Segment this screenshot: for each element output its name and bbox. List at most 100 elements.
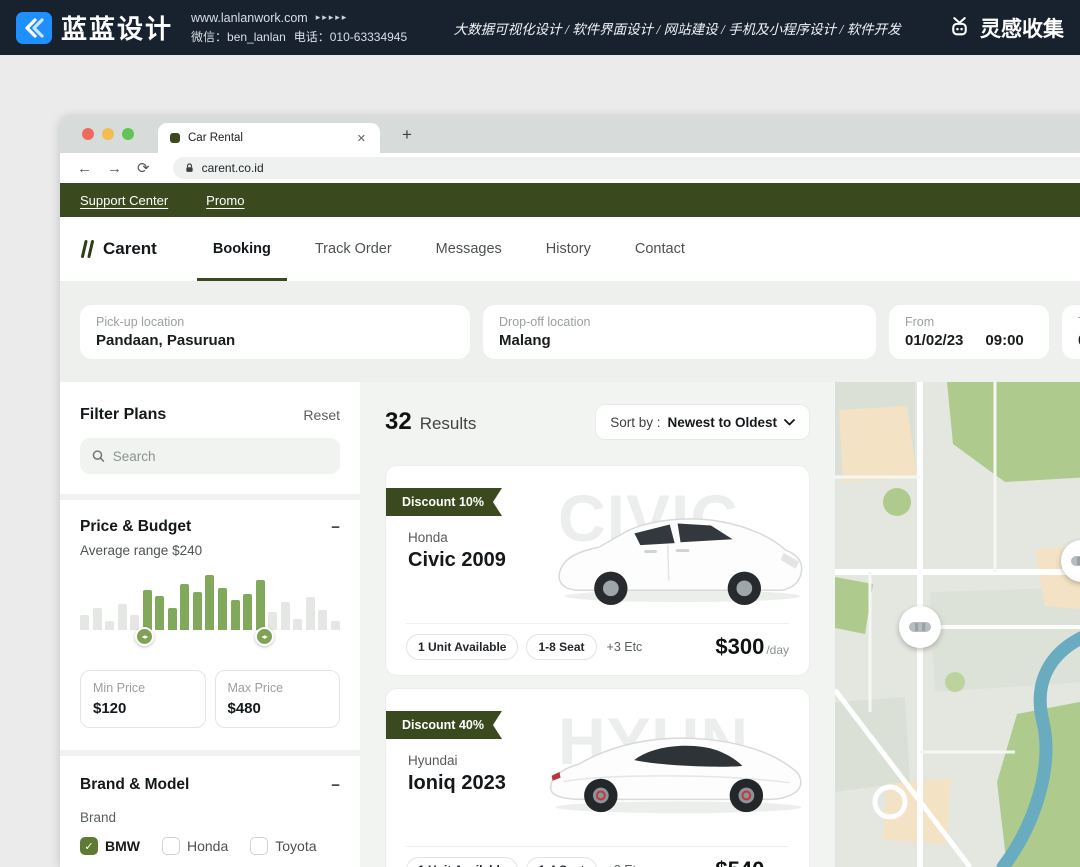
tab-favicon-icon: [170, 133, 180, 143]
banner-arrows-icon: ▸▸▸▸▸: [316, 12, 349, 23]
discount-badge: Discount 40%: [386, 711, 502, 739]
forward-icon[interactable]: →: [107, 161, 122, 176]
browser-tab-strip: Car Rental ✕ +: [60, 115, 1080, 153]
histogram-bar: [93, 608, 102, 630]
etc-label: +3 Etc: [607, 640, 643, 654]
site-nav: Carent Booking Track Order Messages Hist…: [60, 217, 1080, 281]
chevron-down-icon: [784, 419, 795, 426]
units-badge: 1 Unit Available: [406, 634, 518, 660]
car-card-civic[interactable]: CIVIC Discount 10% Honda Civic 2009: [385, 465, 810, 676]
browser-tab[interactable]: Car Rental ✕: [158, 123, 380, 153]
max-price-field[interactable]: Max Price $480: [215, 670, 341, 728]
map-canvas: [835, 382, 1080, 867]
pickup-value: Pandaan, Pasuruan: [96, 332, 454, 349]
min-price-value: $120: [93, 700, 193, 717]
histogram-bar: [155, 596, 164, 630]
double-chevron-left-icon: [21, 16, 47, 40]
checkbox-icon: ✓: [162, 837, 180, 855]
banner-website: www.lanlanwork.com: [191, 11, 308, 25]
car-brand: Hyundai: [408, 753, 458, 768]
from-datetime-field[interactable]: From 01/02/23 09:00: [889, 305, 1049, 359]
results-count-label: Results: [420, 414, 477, 434]
banner-contact-block: www.lanlanwork.com ▸▸▸▸▸ 微信：ben_lanlan 电…: [191, 11, 407, 45]
promo-link[interactable]: Promo: [206, 193, 244, 208]
collapse-price-icon[interactable]: −: [331, 520, 340, 535]
traffic-light-zoom[interactable]: [122, 128, 134, 140]
dropoff-value: Malang: [499, 332, 860, 349]
filter-search-input[interactable]: [113, 449, 328, 464]
banner-collect-label: 灵感收集: [980, 13, 1064, 43]
max-price-label: Max Price: [228, 681, 328, 695]
sort-value: Newest to Oldest: [667, 415, 777, 430]
card-divider: [406, 623, 789, 624]
histogram-bar: [231, 600, 240, 630]
back-icon[interactable]: ←: [77, 161, 92, 176]
browser-window: Car Rental ✕ + ← → ⟳ carent.co.id Suppor…: [60, 115, 1080, 867]
map[interactable]: [835, 382, 1080, 867]
histogram-bar: [256, 580, 265, 630]
price-histogram: [80, 572, 340, 630]
histogram-bar: [130, 615, 139, 630]
dropoff-location-field[interactable]: Drop-off location Malang: [483, 305, 876, 359]
lock-icon: [184, 162, 195, 174]
max-price-value: $480: [228, 700, 328, 717]
car-card-ioniq[interactable]: HYUN Discount 40% Hyundai Ioniq 2023: [385, 688, 810, 867]
max-price-slider-handle[interactable]: ◂▸: [255, 627, 274, 646]
histogram-bar: [105, 621, 114, 630]
filter-search-box[interactable]: [80, 438, 340, 474]
results-count-number: 32: [385, 408, 412, 436]
traffic-light-close[interactable]: [82, 128, 94, 140]
new-tab-button[interactable]: +: [402, 125, 412, 145]
to-datetime-field[interactable]: To 01/02/23: [1062, 305, 1080, 359]
traffic-light-minimize[interactable]: [102, 128, 114, 140]
price: $540 /day: [715, 857, 789, 867]
brand-checkbox-bmw[interactable]: ✓ BMW: [80, 837, 140, 855]
brand-checkbox-toyota[interactable]: ✓ Toyota: [250, 837, 316, 855]
histogram-bar: [168, 608, 177, 630]
collapse-brand-icon[interactable]: −: [331, 778, 340, 793]
url-field[interactable]: carent.co.id: [173, 157, 1080, 179]
pickup-location-field[interactable]: Pick-up location Pandaan, Pasuruan: [80, 305, 470, 359]
histogram-bar: [118, 604, 127, 630]
min-price-slider-handle[interactable]: ◂▸: [135, 627, 154, 646]
min-price-field[interactable]: Min Price $120: [80, 670, 206, 728]
reset-filters-button[interactable]: Reset: [303, 407, 340, 423]
browser-address-bar: ← → ⟳ carent.co.id: [60, 153, 1080, 183]
price-histogram-wrap: ◂▸ ◂▸: [80, 572, 340, 630]
from-date: 01/02/23: [905, 332, 963, 349]
histogram-bar: [268, 612, 277, 630]
seats-badge: 1-8 Seat: [526, 634, 596, 660]
carent-logo-text: Carent: [103, 239, 157, 259]
histogram-bar: [218, 588, 227, 630]
results-column: 32 Results Sort by : Newest to Oldest CI…: [385, 382, 810, 440]
brand-label: Brand: [80, 810, 340, 825]
site-promo-bar: Support Center Promo: [60, 183, 1080, 217]
card-divider: [406, 846, 789, 847]
nav-item-booking[interactable]: Booking: [213, 217, 271, 281]
histogram-bar: [143, 590, 152, 630]
refresh-icon[interactable]: ⟳: [137, 161, 150, 176]
filter-title: Filter Plans: [80, 406, 166, 424]
car-image-sedan: [550, 494, 810, 612]
etc-label: +3 Etc: [607, 863, 643, 867]
carent-logo[interactable]: Carent: [80, 217, 157, 281]
brand-checkbox-honda[interactable]: ✓ Honda: [162, 837, 228, 855]
nav-item-messages[interactable]: Messages: [436, 217, 502, 281]
histogram-bar: [243, 594, 252, 630]
histogram-bar: [80, 615, 89, 630]
nav-item-history[interactable]: History: [546, 217, 591, 281]
nav-item-contact[interactable]: Contact: [635, 217, 685, 281]
sort-dropdown[interactable]: Sort by : Newest to Oldest: [595, 404, 810, 440]
tab-close-icon[interactable]: ✕: [353, 130, 370, 147]
banner-logo-text: 蓝蓝设计: [61, 9, 173, 46]
banner-wechat: 微信：ben_lanlan: [191, 28, 286, 45]
search-icon: [92, 449, 105, 463]
from-label: From: [905, 315, 1033, 329]
price-average-label: Average range $240: [80, 543, 340, 558]
content-area: Filter Plans Reset Price & Budget: [60, 382, 1080, 867]
nav-item-track-order[interactable]: Track Order: [315, 217, 392, 281]
support-center-link[interactable]: Support Center: [80, 193, 168, 208]
car-marker[interactable]: [899, 606, 941, 648]
car-model: Civic 2009: [408, 549, 506, 572]
from-time: 09:00: [985, 332, 1023, 349]
